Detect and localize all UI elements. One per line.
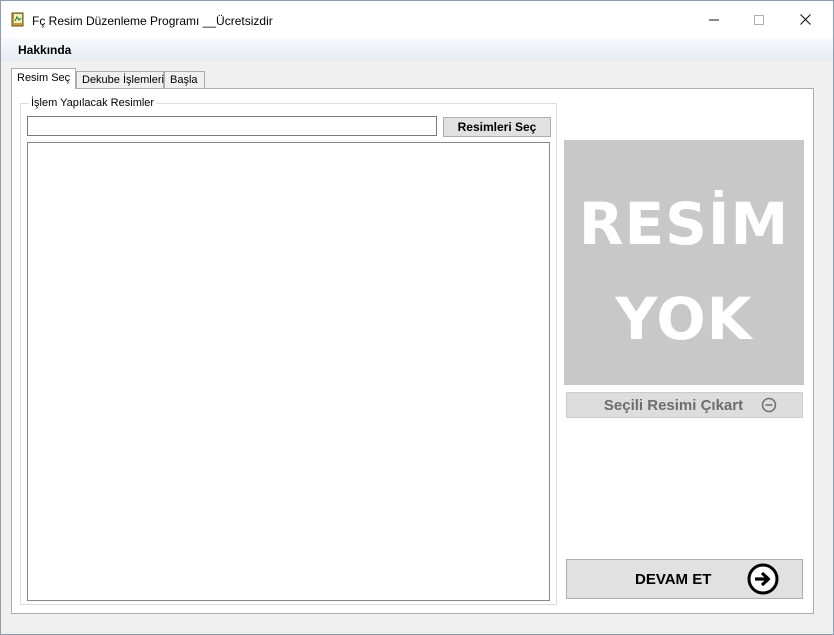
continue-button-label: DEVAM ET bbox=[635, 571, 712, 588]
window-title: Fç Resim Düzenleme Programı __Ücretsizdi… bbox=[32, 14, 273, 28]
image-preview: RESİM YOK bbox=[564, 140, 804, 385]
minimize-button[interactable] bbox=[691, 1, 737, 38]
remove-selected-image-button[interactable]: Seçili Resimi Çıkart bbox=[566, 392, 803, 418]
preview-placeholder-line1: RESİM bbox=[578, 190, 790, 258]
images-groupbox: İşlem Yapılacak Resimler Resimleri Seç bbox=[20, 97, 557, 605]
remove-button-label: Seçili Resimi Çıkart bbox=[603, 396, 744, 414]
maximize-button[interactable] bbox=[736, 1, 782, 38]
menu-bar: Hakkında bbox=[1, 38, 833, 61]
app-window: Fç Resim Düzenleme Programı __Ücretsizdi… bbox=[0, 0, 834, 635]
image-listbox[interactable] bbox=[27, 142, 550, 601]
book-icon bbox=[11, 12, 24, 27]
close-button[interactable] bbox=[782, 1, 828, 38]
minus-circle-icon bbox=[761, 397, 777, 413]
tab-resim-sec[interactable]: Resim Seç bbox=[11, 68, 76, 89]
title-bar[interactable]: Fç Resim Düzenleme Programı __Ücretsizdi… bbox=[1, 1, 833, 38]
tab-basla[interactable]: Başla bbox=[164, 71, 205, 89]
groupbox-legend: İşlem Yapılacak Resimler bbox=[29, 97, 157, 109]
minimize-icon bbox=[709, 19, 719, 20]
tab-dekube-islemleri[interactable]: Dekube İşlemleri bbox=[76, 71, 164, 89]
preview-placeholder-line2: YOK bbox=[615, 285, 753, 353]
continue-button[interactable]: DEVAM ET bbox=[566, 559, 803, 599]
close-icon bbox=[799, 14, 811, 25]
image-path-input[interactable] bbox=[27, 116, 437, 136]
maximize-icon bbox=[754, 14, 764, 25]
select-images-button[interactable]: Resimleri Seç bbox=[443, 117, 551, 137]
menu-item-hakkinda[interactable]: Hakkında bbox=[18, 43, 71, 57]
tab-panel-resim-sec: İşlem Yapılacak Resimler Resimleri Seç R… bbox=[11, 88, 814, 614]
arrow-right-circle-icon bbox=[747, 563, 779, 595]
